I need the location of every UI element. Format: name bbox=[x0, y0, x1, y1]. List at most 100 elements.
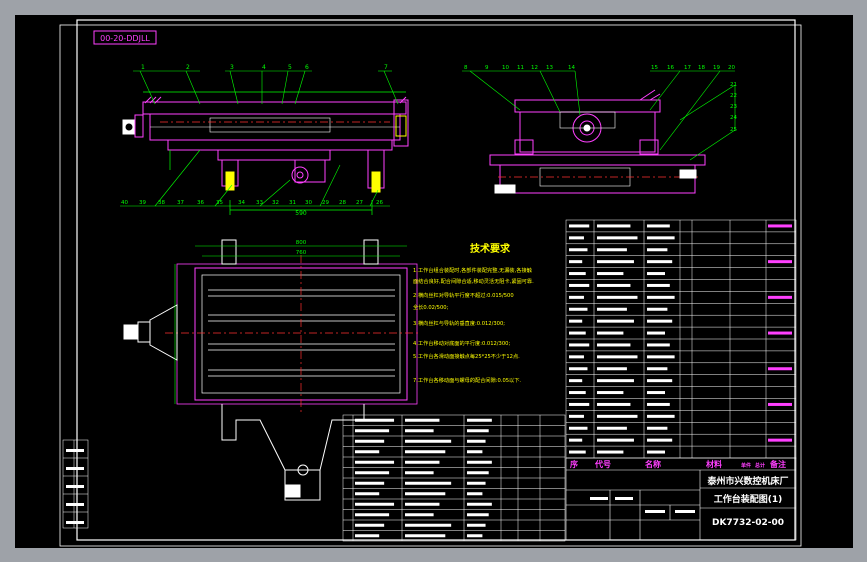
parts-cell-mark bbox=[569, 379, 583, 383]
parts-remark-mark bbox=[768, 331, 792, 335]
parts-lower-cell-mark bbox=[405, 523, 452, 527]
parts-remark-mark bbox=[768, 438, 792, 442]
parts-cell-mark bbox=[597, 319, 634, 323]
parts-cell-mark bbox=[569, 343, 590, 347]
balloon-14: 14 bbox=[568, 65, 575, 71]
parts-cell-mark bbox=[597, 236, 638, 240]
parts-lower-cell-mark bbox=[405, 439, 452, 443]
parts-lower-cell-mark bbox=[467, 492, 483, 496]
parts-lower-cell-mark bbox=[355, 429, 390, 433]
balloon-7: 7 bbox=[384, 64, 388, 71]
parts-cell-mark bbox=[647, 438, 673, 442]
parts-cell-mark bbox=[569, 260, 583, 264]
tb-header-material: 材料 bbox=[706, 459, 722, 469]
tech-requirements-title: 技术要求 bbox=[470, 242, 511, 255]
tech-line-4: 全长0.02/500; bbox=[413, 303, 449, 311]
parts-remark-mark bbox=[768, 367, 792, 371]
drawing-number-flipped: 00-20-DDJLL bbox=[100, 34, 150, 43]
parts-lower-cell-mark bbox=[405, 481, 452, 485]
parts-remark-mark bbox=[768, 224, 792, 228]
parts-lower-cell-mark bbox=[405, 492, 446, 496]
parts-lower-cell-mark bbox=[467, 439, 486, 443]
balloon-40: 40 bbox=[121, 200, 128, 206]
tech-line-5: 3.横向丝杠与导轨的垂直度:0.012/300; bbox=[413, 319, 505, 327]
parts-cell-mark bbox=[597, 450, 624, 454]
parts-lower-cell-mark bbox=[355, 460, 395, 464]
balloon-21: 21 bbox=[730, 82, 737, 88]
parts-cell-mark bbox=[597, 307, 627, 311]
parts-cell-mark bbox=[597, 414, 638, 418]
parts-cell-mark bbox=[647, 355, 675, 359]
parts-lower-cell-mark bbox=[405, 418, 440, 422]
parts-cell-mark bbox=[647, 343, 670, 347]
parts-remark-mark bbox=[768, 260, 792, 264]
parts-cell-mark bbox=[597, 402, 631, 406]
parts-lower-cell-mark bbox=[467, 450, 483, 454]
tb-header-code: 代号 bbox=[594, 459, 611, 469]
balloon-8: 8 bbox=[464, 65, 468, 71]
parts-cell-mark bbox=[647, 248, 668, 252]
balloon-29: 29 bbox=[322, 200, 329, 206]
balloon-19: 19 bbox=[713, 65, 720, 71]
parts-lower-cell-mark bbox=[405, 460, 440, 464]
balloon-16: 16 bbox=[667, 65, 674, 71]
parts-cell-mark bbox=[647, 367, 668, 371]
parts-cell-mark bbox=[569, 224, 590, 228]
company-name: 泰州市兴数控机床厂 bbox=[706, 475, 788, 487]
parts-cell-mark bbox=[597, 355, 638, 359]
dim-plan-width: 800 bbox=[296, 240, 307, 246]
parts-cell-mark bbox=[569, 319, 583, 323]
parts-lower-cell-mark bbox=[467, 502, 492, 506]
parts-cell-mark bbox=[597, 248, 627, 252]
parts-cell-mark bbox=[647, 283, 670, 287]
parts-cell-mark bbox=[569, 355, 584, 359]
balloon-12: 12 bbox=[531, 65, 538, 71]
tb-header-seq: 序 bbox=[570, 459, 578, 469]
parts-lower-cell-mark bbox=[355, 471, 390, 475]
balloon-39: 39 bbox=[139, 200, 146, 206]
tech-line-3: 2.横向丝杠对导轨平行度不超过:0.015/500 bbox=[413, 291, 514, 299]
tb-header-remark: 备注 bbox=[769, 459, 786, 469]
balloon-9: 9 bbox=[485, 65, 489, 71]
parts-cell-mark bbox=[569, 331, 586, 335]
parts-lower-cell-mark bbox=[355, 523, 385, 527]
parts-lower-cell-mark bbox=[405, 513, 434, 517]
parts-lower-cell-mark bbox=[405, 502, 440, 506]
balloon-15: 15 bbox=[651, 65, 658, 71]
dim-plan-inner: 760 bbox=[296, 250, 307, 256]
balloon-17: 17 bbox=[684, 65, 691, 71]
parts-cell-mark bbox=[597, 343, 631, 347]
parts-cell-mark bbox=[647, 224, 670, 228]
parts-lower-cell-mark bbox=[467, 429, 489, 433]
parts-lower-cell-mark bbox=[355, 502, 395, 506]
balloon-27: 27 bbox=[356, 200, 363, 206]
parts-cell-mark bbox=[647, 260, 673, 264]
parts-lower-cell-mark bbox=[405, 450, 446, 454]
parts-lower-cell-mark bbox=[467, 460, 492, 464]
tech-line-6: 4.工作台移动对底面的平行度:0.012/300; bbox=[413, 339, 510, 347]
parts-cell-mark bbox=[569, 391, 586, 395]
balloon-30: 30 bbox=[305, 200, 312, 206]
parts-cell-mark bbox=[597, 260, 634, 264]
parts-lower-cell-mark bbox=[467, 471, 489, 475]
parts-cell-mark bbox=[569, 283, 590, 287]
parts-cell-mark bbox=[597, 391, 624, 395]
balloon-31: 31 bbox=[289, 200, 296, 206]
balloon-2: 2 bbox=[186, 64, 190, 71]
balloon-3: 3 bbox=[230, 64, 234, 71]
balloon-26: 26 bbox=[376, 200, 383, 206]
parts-cell-mark bbox=[597, 295, 638, 299]
parts-cell-mark bbox=[647, 295, 675, 299]
parts-remark-mark bbox=[768, 402, 792, 406]
balloon-4: 4 bbox=[262, 64, 266, 71]
balloon-20: 20 bbox=[728, 65, 735, 71]
parts-cell-mark bbox=[597, 367, 627, 371]
parts-cell-mark bbox=[569, 248, 588, 252]
parts-lower-cell-mark bbox=[355, 513, 390, 517]
parts-list-upper bbox=[565, 219, 797, 459]
parts-lower-cell-mark bbox=[355, 450, 380, 454]
parts-lower-cell-mark bbox=[355, 439, 385, 443]
balloon-38: 38 bbox=[158, 200, 165, 206]
tb-header-unit: 单件 bbox=[741, 462, 751, 469]
parts-cell-mark bbox=[569, 272, 586, 276]
